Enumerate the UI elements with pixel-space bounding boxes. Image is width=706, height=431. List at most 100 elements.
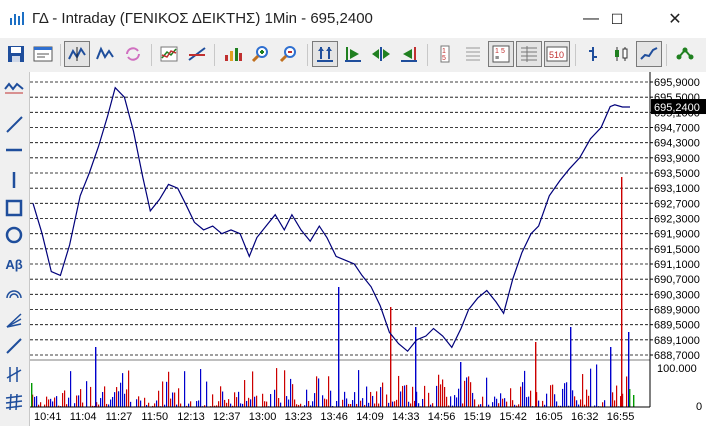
maximize-button[interactable]: ☐ — [594, 0, 640, 38]
volume-bar — [306, 390, 307, 407]
volume-bar — [530, 391, 531, 407]
scroll-start-icon[interactable] — [396, 41, 422, 67]
volume-bar — [442, 379, 443, 407]
volume-bar — [270, 394, 271, 407]
volume-bar — [31, 383, 32, 407]
volume-bar — [366, 387, 367, 407]
volume-bar — [621, 177, 622, 407]
text-icon[interactable]: Aβ — [2, 252, 26, 276]
diagonal-line-icon[interactable] — [2, 112, 26, 136]
grid-icon[interactable] — [460, 41, 486, 67]
volume-bar — [144, 398, 145, 407]
volume-bar — [240, 403, 241, 407]
chart-svg[interactable]: 695,9000695,5000695,1000694,7000694,3000… — [30, 72, 706, 426]
volume-bar — [454, 395, 455, 407]
volume-bar — [554, 394, 555, 407]
volume-bar — [524, 371, 525, 407]
grid-lines-icon[interactable] — [516, 41, 542, 67]
values-list-icon[interactable]: 15≡ — [488, 41, 514, 67]
volume-bar — [324, 399, 325, 407]
indicator-icon[interactable] — [156, 41, 182, 67]
volume-bar — [64, 390, 65, 407]
line-chart-active-icon[interactable] — [636, 41, 662, 67]
trend-tool-icon[interactable] — [184, 41, 210, 67]
volume-bar — [158, 391, 159, 407]
volume-bar — [406, 385, 407, 407]
close-button[interactable]: ✕ — [652, 0, 698, 38]
volume-bar — [360, 401, 361, 407]
volume-bar — [138, 396, 139, 407]
volume-bar — [500, 393, 501, 407]
volume-bar — [212, 394, 213, 407]
volume-bar — [126, 389, 127, 407]
rectangle-icon[interactable] — [2, 196, 26, 220]
refresh-icon[interactable] — [120, 41, 146, 67]
volume-bar — [316, 376, 317, 407]
horizontal-line-icon[interactable] — [2, 138, 26, 162]
y-tick-label: 690,3000 — [654, 289, 700, 301]
volume-bars-icon[interactable] — [220, 41, 246, 67]
volume-bar — [535, 342, 536, 407]
candle-chart-icon[interactable] — [92, 41, 118, 67]
x-tick-label: 13:23 — [285, 411, 313, 423]
volume-bar — [546, 394, 547, 407]
ellipse-icon[interactable] — [2, 223, 26, 247]
volume-bar — [378, 404, 379, 407]
intraday-chart[interactable]: 695,9000695,5000695,1000694,7000694,3000… — [30, 72, 706, 426]
volume-bar — [550, 385, 551, 407]
volume-bar — [380, 387, 381, 407]
volume-bar — [322, 395, 323, 407]
volume-bar — [170, 399, 171, 407]
volume-bar — [432, 403, 433, 407]
volume-bar — [76, 396, 77, 407]
line-chart-icon[interactable] — [64, 41, 90, 67]
volume-bar — [602, 402, 603, 407]
y-tick-label: 695,9000 — [654, 77, 700, 89]
x-tick-label: 15:19 — [464, 411, 492, 423]
x-tick-label: 14:33 — [392, 411, 420, 423]
save-icon[interactable] — [3, 41, 29, 67]
network-icon[interactable] — [672, 41, 698, 67]
volume-bar — [482, 397, 483, 407]
text-tool-label: Aβ — [5, 257, 22, 272]
scroll-end-icon[interactable] — [340, 41, 366, 67]
volume-bar — [224, 400, 225, 407]
svg-text:1: 1 — [442, 48, 446, 55]
volume-bar — [580, 399, 581, 407]
volume-bar — [250, 399, 251, 407]
fit-vertical-icon[interactable] — [312, 41, 338, 67]
fan-icon[interactable] — [2, 308, 26, 332]
volume-bar — [62, 393, 63, 407]
vertical-line-icon[interactable] — [2, 168, 26, 192]
channel-icon[interactable] — [2, 334, 26, 358]
bar-chart-icon[interactable] — [580, 41, 606, 67]
volume-bar — [166, 382, 167, 407]
volume-bar — [74, 403, 75, 407]
drawing-toolbar: Aβ — [0, 72, 30, 426]
price-scale-icon[interactable]: 15 — [432, 41, 458, 67]
candlestick-icon[interactable] — [608, 41, 634, 67]
timeframe-icon[interactable]: 510 — [544, 41, 570, 67]
grid-lines-tool-icon[interactable] — [2, 390, 26, 414]
volume-bar — [470, 382, 471, 407]
fibonacci-icon[interactable] — [2, 362, 26, 386]
volume-bar — [504, 398, 505, 407]
scroll-both-icon[interactable] — [368, 41, 394, 67]
y-tick-label: 693,9000 — [654, 153, 700, 165]
volume-bar — [100, 398, 101, 407]
volume-bar — [610, 347, 611, 407]
chart-type-icon[interactable] — [2, 76, 26, 100]
volume-bar — [308, 401, 309, 407]
zoom-in-icon[interactable] — [248, 41, 274, 67]
y-tick-label: 694,7000 — [654, 123, 700, 135]
volume-bar — [374, 404, 375, 407]
volume-bar — [354, 392, 355, 407]
properties-icon[interactable] — [30, 41, 56, 67]
arc-icon[interactable] — [2, 280, 26, 304]
zoom-out-icon[interactable] — [276, 41, 302, 67]
volume-bar — [528, 397, 529, 407]
title-bar: ΓΔ - Intraday (ΓΕΝΙΚΟΣ ΔΕΙΚΤΗΣ) 1Min - 6… — [0, 0, 706, 38]
volume-bar — [428, 393, 429, 407]
volume-bar — [382, 383, 383, 407]
y-tick-label: 689,5000 — [654, 320, 700, 332]
